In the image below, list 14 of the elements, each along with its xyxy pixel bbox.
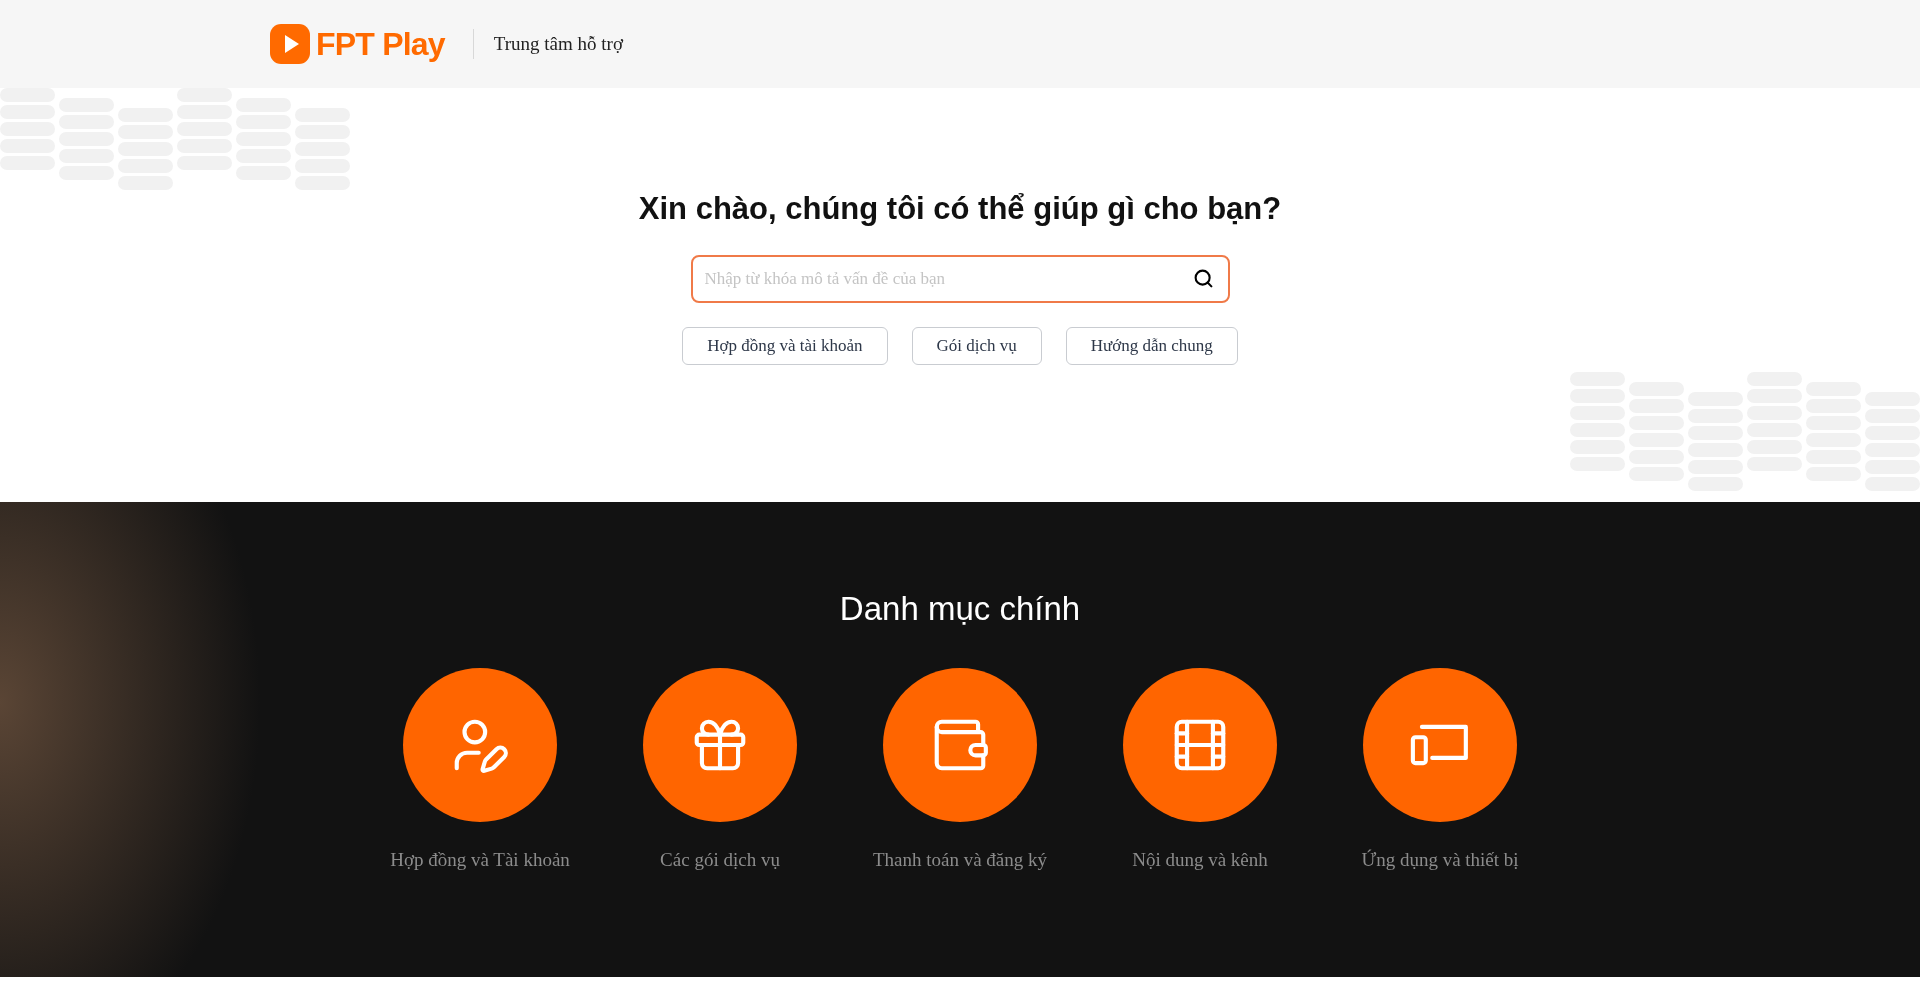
header-title: Trung tâm hỗ trợ [493,31,623,56]
category-label[interactable]: Nội dung và kênh [1132,845,1268,874]
category-label[interactable]: Hợp đồng và Tài khoản [390,845,570,874]
categories-heading: Danh mục chính [839,589,1081,629]
category-label[interactable]: Các gói dịch vụ [660,845,780,874]
topic-chip[interactable]: Gói dịch vụ [911,326,1042,365]
category-label[interactable]: Thanh toán và đăng ký [872,845,1048,874]
hero-heading: Xin chào, chúng tôi có thể giúp gì cho bạn? [638,190,1282,228]
category-label[interactable]: Ứng dụng và thiết bị [1361,845,1519,874]
search-field[interactable]: Nhập từ khóa mô tả vấn đề của bạn [690,254,1230,303]
play-logo-icon [270,24,310,64]
search-icon[interactable] [1192,267,1214,289]
topic-chip[interactable]: Hợp đồng và tài khoản [682,326,888,365]
topic-chip[interactable]: Hướng dẫn chung [1065,326,1238,365]
